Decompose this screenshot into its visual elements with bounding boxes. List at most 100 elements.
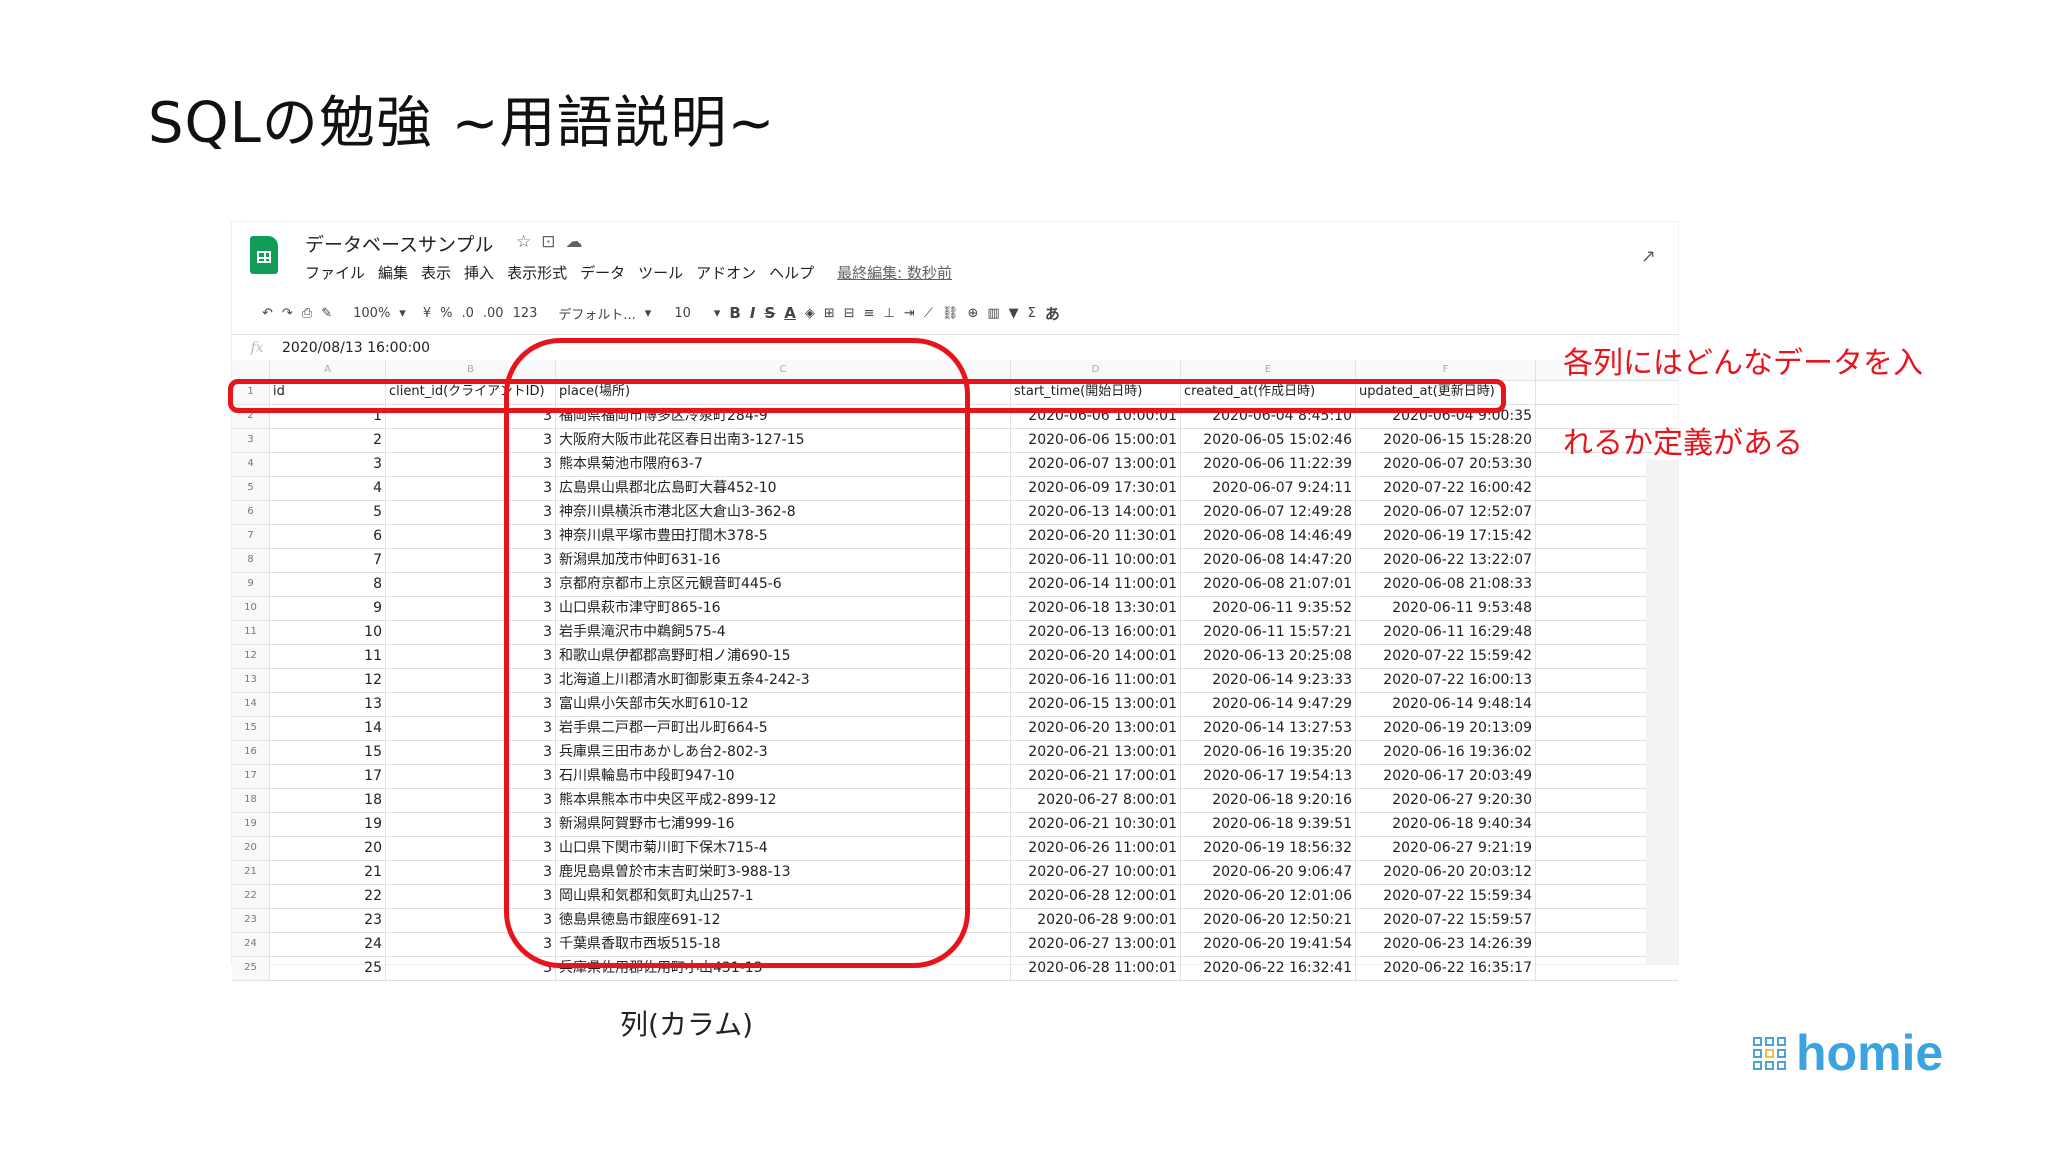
row-number[interactable]: 18	[232, 789, 270, 812]
row-number[interactable]: 22	[232, 885, 270, 908]
cell-created-at[interactable]: 2020-06-07 9:24:11	[1181, 477, 1356, 500]
cell-start-time[interactable]: 2020-06-21 17:00:01	[1011, 765, 1181, 788]
cell-updated-at[interactable]: 2020-06-08 21:08:33	[1356, 573, 1536, 596]
cell-id[interactable]: 11	[270, 645, 386, 668]
cell-updated-at[interactable]: 2020-06-23 14:26:39	[1356, 933, 1536, 956]
cell-created-at[interactable]: 2020-06-17 19:54:13	[1181, 765, 1356, 788]
cell-id[interactable]: 5	[270, 501, 386, 524]
cell-start-time[interactable]: 2020-06-27 13:00:01	[1011, 933, 1181, 956]
row-number[interactable]: 24	[232, 933, 270, 956]
cell-id[interactable]: 22	[270, 885, 386, 908]
row-number[interactable]: 6	[232, 501, 270, 524]
cell-created-at[interactable]: 2020-06-22 16:32:41	[1181, 957, 1356, 980]
cell-updated-at[interactable]: 2020-06-19 17:15:42	[1356, 525, 1536, 548]
row-number[interactable]: 7	[232, 525, 270, 548]
cell-client-id[interactable]: 3	[386, 957, 556, 980]
cell-created-at[interactable]: 2020-06-07 12:49:28	[1181, 501, 1356, 524]
activity-trend-icon[interactable]: ↗	[1641, 246, 1656, 267]
menu-tools[interactable]: ツール	[638, 262, 683, 284]
increase-decimal-button[interactable]: .00	[483, 306, 504, 321]
undo-icon[interactable]: ↶	[262, 306, 273, 321]
cell-start-time[interactable]: 2020-06-21 13:00:01	[1011, 741, 1181, 764]
cell-updated-at[interactable]: 2020-06-27 9:20:30	[1356, 789, 1536, 812]
filter-icon[interactable]: ▼	[1009, 306, 1019, 321]
row-number[interactable]: 3	[232, 429, 270, 452]
cell-id[interactable]: 8	[270, 573, 386, 596]
menu-help[interactable]: ヘルプ	[769, 262, 814, 284]
cell-created-at[interactable]: 2020-06-14 9:23:33	[1181, 669, 1356, 692]
move-to-folder-icon[interactable]: ⊡	[541, 232, 565, 252]
cell-updated-at[interactable]: 2020-06-27 9:21:19	[1356, 837, 1536, 860]
cell-updated-at[interactable]: 2020-06-19 20:13:09	[1356, 717, 1536, 740]
formula-input[interactable]: 2020/08/13 16:00:00	[282, 340, 430, 356]
cloud-status-icon[interactable]: ☁	[566, 232, 593, 252]
number-format-select[interactable]: 123	[513, 306, 538, 321]
row-number[interactable]: 10	[232, 597, 270, 620]
cell-updated-at[interactable]: 2020-07-22 15:59:42	[1356, 645, 1536, 668]
cell-created-at[interactable]: 2020-06-18 9:39:51	[1181, 813, 1356, 836]
cell-updated-at[interactable]: 2020-06-11 16:29:48	[1356, 621, 1536, 644]
paint-format-icon[interactable]: ✎	[321, 306, 332, 321]
menu-format[interactable]: 表示形式	[507, 262, 567, 284]
cell-updated-at[interactable]: 2020-06-16 19:36:02	[1356, 741, 1536, 764]
cell-start-time[interactable]: 2020-06-28 9:00:01	[1011, 909, 1181, 932]
menu-data[interactable]: データ	[580, 262, 625, 284]
row-number[interactable]: 14	[232, 693, 270, 716]
row-number[interactable]: 23	[232, 909, 270, 932]
cell-id[interactable]: 3	[270, 453, 386, 476]
currency-button[interactable]: ¥	[423, 306, 431, 321]
cell-id[interactable]: 6	[270, 525, 386, 548]
cell-start-time[interactable]: 2020-06-18 13:30:01	[1011, 597, 1181, 620]
chevron-down-icon[interactable]: ▾	[645, 306, 652, 321]
cell-updated-at[interactable]: 2020-06-22 16:35:17	[1356, 957, 1536, 980]
cell-created-at[interactable]: 2020-06-05 15:02:46	[1181, 429, 1356, 452]
star-icon[interactable]: ☆	[516, 232, 541, 252]
cell-start-time[interactable]: 2020-06-20 14:00:01	[1011, 645, 1181, 668]
menu-file[interactable]: ファイル	[305, 262, 365, 284]
row-number[interactable]: 11	[232, 621, 270, 644]
fill-color-icon[interactable]: ◈	[805, 306, 815, 321]
cell-updated-at[interactable]: 2020-07-22 15:59:57	[1356, 909, 1536, 932]
cell-id[interactable]: 7	[270, 549, 386, 572]
cell-start-time[interactable]: 2020-06-27 10:00:01	[1011, 861, 1181, 884]
cell-id[interactable]: 10	[270, 621, 386, 644]
cell-updated-at[interactable]: 2020-06-07 12:52:07	[1356, 501, 1536, 524]
functions-icon[interactable]: Σ	[1028, 306, 1036, 321]
chart-icon[interactable]: ▥	[987, 306, 999, 321]
redo-icon[interactable]: ↷	[282, 306, 293, 321]
chevron-down-icon[interactable]: ▾	[714, 306, 721, 321]
cell-created-at[interactable]: 2020-06-19 18:56:32	[1181, 837, 1356, 860]
cell-created-at[interactable]: 2020-06-06 11:22:39	[1181, 453, 1356, 476]
cell-updated-at[interactable]: 2020-06-11 9:53:48	[1356, 597, 1536, 620]
cell-id[interactable]: 15	[270, 741, 386, 764]
cell-created-at[interactable]: 2020-06-08 14:46:49	[1181, 525, 1356, 548]
cell-start-time[interactable]: 2020-06-28 12:00:01	[1011, 885, 1181, 908]
cell-start-time[interactable]: 2020-06-21 10:30:01	[1011, 813, 1181, 836]
merge-cells-icon[interactable]: ⊟	[844, 306, 855, 321]
cell-updated-at[interactable]: 2020-06-15 15:28:20	[1356, 429, 1536, 452]
cell-id[interactable]: 23	[270, 909, 386, 932]
cell-updated-at[interactable]: 2020-07-22 16:00:42	[1356, 477, 1536, 500]
cell-id[interactable]: 25	[270, 957, 386, 980]
cell-created-at[interactable]: 2020-06-14 9:47:29	[1181, 693, 1356, 716]
menu-insert[interactable]: 挿入	[464, 262, 494, 284]
row-number[interactable]: 17	[232, 765, 270, 788]
cell-created-at[interactable]: 2020-06-20 12:01:06	[1181, 885, 1356, 908]
cell-start-time[interactable]: 2020-06-13 14:00:01	[1011, 501, 1181, 524]
cell-start-time[interactable]: 2020-06-11 10:00:01	[1011, 549, 1181, 572]
row-number[interactable]: 19	[232, 813, 270, 836]
borders-icon[interactable]: ⊞	[824, 306, 835, 321]
text-rotate-icon[interactable]: ⟋	[924, 306, 933, 321]
zoom-select[interactable]: 100%	[353, 306, 390, 321]
column-letter-a[interactable]: A	[270, 360, 386, 380]
cell-id[interactable]: 18	[270, 789, 386, 812]
cell-created-at[interactable]: 2020-06-20 19:41:54	[1181, 933, 1356, 956]
print-icon[interactable]: ⎙	[302, 306, 312, 321]
column-letter-e[interactable]: E	[1181, 360, 1356, 380]
menu-view[interactable]: 表示	[421, 262, 451, 284]
cell-id[interactable]: 17	[270, 765, 386, 788]
decrease-decimal-button[interactable]: .0	[461, 306, 473, 321]
cell-id[interactable]: 13	[270, 693, 386, 716]
cell-start-time[interactable]: 2020-06-27 8:00:01	[1011, 789, 1181, 812]
cell-id[interactable]: 12	[270, 669, 386, 692]
